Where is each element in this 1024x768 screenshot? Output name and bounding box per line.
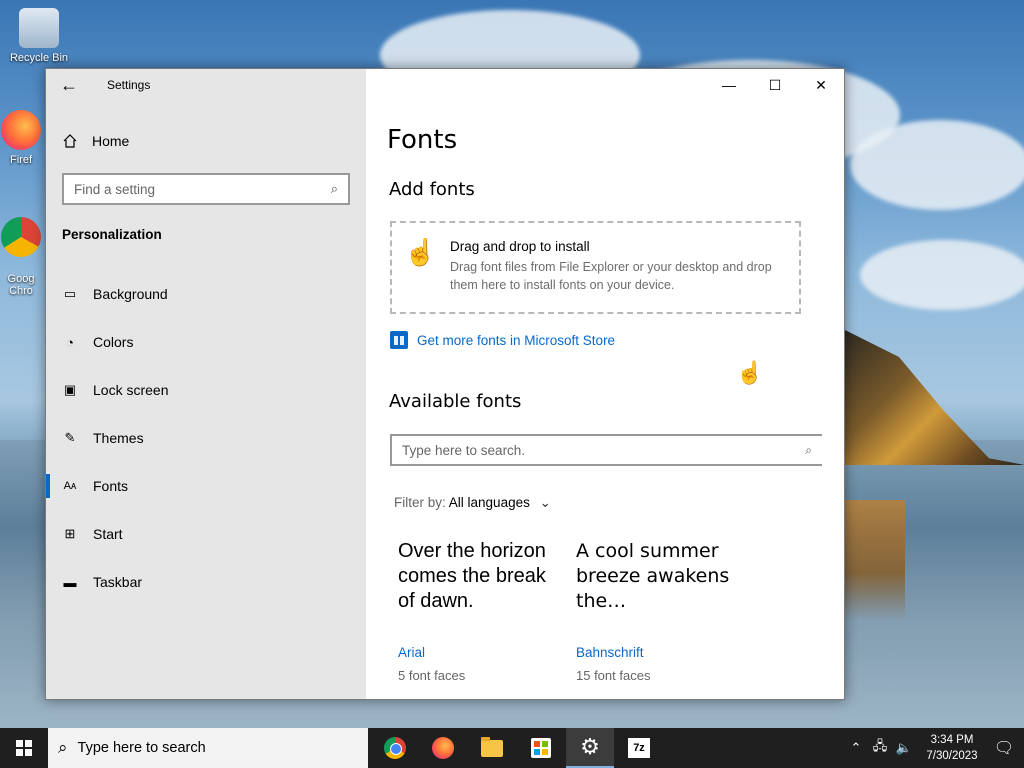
fonts-icon: Aᴀ — [63, 480, 77, 492]
settings-window: ← Settings Home Find a setting ⌕ Persona… — [45, 68, 845, 700]
desktop-icon-label: Goog Chro — [7, 273, 35, 297]
volume-icon[interactable]: 🔈 — [892, 740, 916, 756]
microsoft-store-link[interactable]: Get more fonts in Microsoft Store — [390, 331, 615, 349]
sidebar-item-label: Start — [93, 526, 123, 542]
home-icon — [63, 134, 77, 148]
taskbar-search-placeholder: Type here to search — [77, 740, 206, 756]
recycle-bin-icon — [19, 8, 59, 48]
lock-screen-icon: ▣ — [63, 382, 77, 397]
chevron-up-icon[interactable]: ⌃ — [844, 740, 868, 756]
font-search-placeholder: Type here to search. — [402, 442, 526, 458]
sidebar-item-label: Taskbar — [93, 574, 143, 590]
sidebar-item-label: Themes — [93, 430, 144, 446]
sidebar-item-taskbar[interactable]: ▬ Taskbar — [46, 562, 366, 602]
start-icon: ⊞ — [64, 526, 76, 541]
firefox-icon — [1, 110, 41, 150]
hand-cursor-icon: ☝ — [736, 360, 764, 385]
back-arrow-icon[interactable]: ← — [60, 75, 80, 95]
font-card-bahnschrift[interactable]: A cool summer breeze awakens the… Bahnsc… — [576, 539, 741, 683]
themes-icon: ✎ — [64, 430, 76, 445]
search-icon: ⌕ — [58, 738, 68, 757]
find-setting-input[interactable]: Find a setting ⌕ — [62, 173, 350, 205]
gear-icon: ⚙ — [580, 734, 600, 759]
clock-date: 7/30/2023 — [926, 750, 978, 762]
sidebar: ← Settings Home Find a setting ⌕ Persona… — [46, 69, 366, 699]
sidebar-item-label: Lock screen — [93, 382, 169, 398]
clock-time: 3:34 PM — [930, 734, 974, 746]
home-label: Home — [92, 133, 130, 149]
drop-description: Drag font files from File Explorer or yo… — [450, 260, 772, 292]
taskbar-7zip[interactable]: 7z — [615, 728, 663, 768]
start-button[interactable] — [0, 728, 48, 768]
taskbar-icon: ▬ — [63, 574, 77, 590]
window-title: Settings — [107, 78, 151, 92]
filter-label: Filter by: — [394, 495, 446, 510]
chrome-desktop-icon[interactable]: Goog Chro — [0, 205, 46, 309]
add-fonts-heading: Add fonts — [389, 179, 475, 200]
available-fonts-heading: Available fonts — [389, 391, 522, 412]
7zip-icon: 7z — [628, 738, 650, 758]
search-icon: ⌕ — [330, 181, 338, 196]
drop-title: Drag and drop to install — [450, 239, 590, 254]
sidebar-item-label: Fonts — [93, 478, 129, 494]
page-title: Fonts — [387, 125, 458, 155]
store-link-label: Get more fonts in Microsoft Store — [417, 332, 616, 348]
sidebar-item-label: Colors — [93, 334, 134, 350]
taskbar-chrome[interactable] — [371, 728, 419, 768]
sidebar-item-start[interactable]: ⊞ Start — [46, 514, 366, 554]
font-card-arial[interactable]: Over the horizon comes the break of dawn… — [398, 539, 563, 683]
font-faces-count: 5 font faces — [398, 668, 466, 683]
recycle-bin-desktop-icon[interactable]: Recycle Bin — [4, 8, 74, 64]
taskbar-file-explorer[interactable] — [468, 728, 516, 768]
sidebar-item-label: Background — [93, 286, 168, 302]
palette-icon: ◔ — [66, 334, 74, 350]
language-filter[interactable]: Filter by: All languages ⌄ — [394, 495, 551, 511]
desktop-icon-label: Recycle Bin — [9, 52, 69, 64]
font-name: Bahnschrift — [576, 645, 644, 660]
sidebar-item-colors[interactable]: ◔ Colors — [46, 322, 366, 362]
clock[interactable]: 3:34 PM 7/30/2023 — [920, 732, 984, 764]
home-nav-item[interactable]: Home — [62, 133, 129, 149]
taskbar-search-box[interactable]: ⌕ Type here to search — [48, 728, 368, 768]
font-name: Arial — [398, 645, 426, 660]
system-tray: ⌃ 🖧 🔈 3:34 PM 7/30/2023 🗨 — [844, 728, 1024, 768]
picture-icon: ▭ — [63, 286, 77, 301]
font-sample: A cool summer breeze awakens the… — [576, 540, 730, 612]
firefox-icon — [432, 737, 454, 759]
sidebar-item-background[interactable]: ▭ Background — [46, 274, 366, 314]
sidebar-item-lock-screen[interactable]: ▣ Lock screen — [46, 370, 366, 410]
find-setting-placeholder: Find a setting — [74, 181, 156, 197]
chrome-icon — [1, 217, 41, 257]
windows-logo-icon — [16, 740, 32, 756]
taskbar-microsoft-store[interactable] — [517, 728, 565, 768]
sidebar-item-themes[interactable]: ✎ Themes — [46, 418, 366, 458]
desktop-cloud — [850, 120, 1024, 210]
firefox-desktop-icon[interactable]: Firef — [0, 110, 46, 166]
hand-pointer-icon: ☝ — [404, 237, 437, 267]
notification-icon[interactable]: 🗨 — [984, 728, 1024, 768]
folder-icon — [481, 736, 503, 757]
network-icon[interactable]: 🖧 — [868, 737, 892, 759]
desktop-icon-label: Firef — [10, 154, 32, 166]
chevron-down-icon: ⌄ — [539, 495, 551, 510]
taskbar: ⌕ Type here to search ⚙ 7z ⌃ 🖧 🔈 3:34 PM… — [0, 728, 1024, 768]
sidebar-item-fonts[interactable]: Aᴀ Fonts — [46, 466, 366, 506]
font-sample: Over the horizon comes the break of dawn… — [398, 540, 546, 612]
store-icon — [531, 738, 551, 758]
font-search-input[interactable]: Type here to search. ⌕ — [390, 434, 822, 466]
store-bag-icon — [390, 331, 408, 349]
font-faces-count: 15 font faces — [576, 668, 651, 683]
desktop-rock-reflection — [845, 500, 905, 620]
taskbar-firefox[interactable] — [419, 728, 467, 768]
drag-drop-zone[interactable]: ☝ Drag and drop to install Drag font fil… — [390, 221, 801, 314]
desktop-cloud — [860, 240, 1024, 310]
chrome-icon — [384, 737, 406, 759]
search-icon: ⌕ — [805, 442, 812, 457]
taskbar-settings[interactable]: ⚙ — [566, 728, 614, 768]
filter-value: All languages — [448, 495, 530, 510]
main-content: Fonts Add fonts ☝ Drag and drop to insta… — [366, 69, 844, 699]
section-title: Personalization — [62, 227, 162, 242]
